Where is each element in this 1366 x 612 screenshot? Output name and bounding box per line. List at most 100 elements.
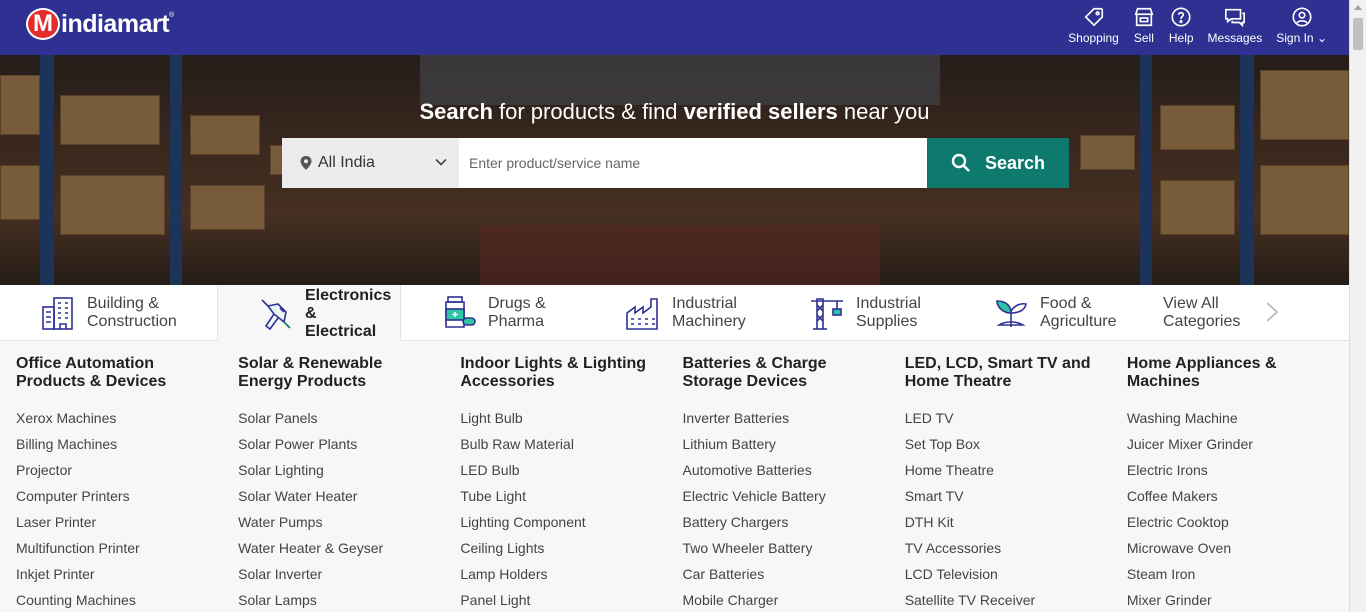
column-title[interactable]: Solar & Renewable Energy Products	[238, 355, 460, 397]
hero-title-mid: for products & find	[492, 99, 684, 124]
list-item[interactable]: Light Bulb	[460, 409, 682, 435]
list-item[interactable]: Smart TV	[905, 487, 1127, 513]
list-item[interactable]: Tube Light	[460, 487, 682, 513]
list-item[interactable]: Inkjet Printer	[16, 565, 238, 591]
scroll-thumb[interactable]	[1353, 18, 1363, 50]
nav-sign-in[interactable]: Sign In ⌄	[1276, 6, 1327, 45]
tab-electronics-electrical[interactable]: Electronics & Electrical	[217, 285, 401, 342]
list-item[interactable]: Lithium Battery	[683, 435, 905, 461]
list-item[interactable]: Car Batteries	[683, 565, 905, 591]
list-item[interactable]: Mixer Grinder	[1127, 591, 1349, 612]
list-item[interactable]: Xerox Machines	[16, 409, 238, 435]
list-item[interactable]: Mobile Charger	[683, 591, 905, 612]
column-title[interactable]: Batteries & Charge Storage Devices	[683, 355, 905, 397]
subcategory-list: Solar Panels Solar Power Plants Solar Li…	[238, 409, 460, 612]
tab-label: Industrial Machinery	[672, 295, 746, 331]
list-item[interactable]: Computer Printers	[16, 487, 238, 513]
indiamart-logo[interactable]: M indiamart ®	[26, 8, 174, 40]
list-item[interactable]: Solar Lamps	[238, 591, 460, 612]
column-title[interactable]: Office Automation Products & Devices	[16, 355, 238, 397]
nav-help-label: Help	[1168, 31, 1194, 45]
chevron-right-icon[interactable]	[1265, 301, 1279, 323]
list-item[interactable]: Laser Printer	[16, 513, 238, 539]
tab-building-construction[interactable]: Building & Construction	[0, 285, 217, 341]
subcategory-column: Indoor Lights & Lighting Accessories Lig…	[460, 341, 682, 612]
search-button-label: Search	[984, 152, 1046, 173]
tab-view-all-categories[interactable]: View All Categories	[1137, 285, 1321, 341]
chevron-down-icon	[435, 158, 447, 166]
tab-label-line1: Electronics &	[305, 286, 392, 322]
subcategory-column: LED, LCD, Smart TV and Home Theatre LED …	[905, 341, 1127, 612]
tab-drugs-pharma[interactable]: Drugs & Pharma	[401, 285, 585, 341]
tab-industrial-machinery[interactable]: Industrial Machinery	[585, 285, 769, 341]
tab-label: Drugs & Pharma	[488, 295, 546, 331]
list-item[interactable]: Multifunction Printer	[16, 539, 238, 565]
list-item[interactable]: Ceiling Lights	[460, 539, 682, 565]
list-item[interactable]: Water Pumps	[238, 513, 460, 539]
list-item[interactable]: Battery Chargers	[683, 513, 905, 539]
list-item[interactable]: Home Theatre	[905, 461, 1127, 487]
nav-shopping[interactable]: Shopping	[1068, 6, 1119, 45]
search-input[interactable]	[459, 138, 927, 188]
list-item[interactable]: Set Top Box	[905, 435, 1127, 461]
page-scrollbar[interactable]	[1349, 0, 1366, 612]
nav-sign-in-label: Sign In ⌄	[1276, 31, 1327, 45]
list-item[interactable]: Satellite TV Receiver	[905, 591, 1127, 612]
list-item[interactable]: Electric Irons	[1127, 461, 1349, 487]
list-item[interactable]: Bulb Raw Material	[460, 435, 682, 461]
nav-sell[interactable]: Sell	[1133, 6, 1155, 45]
list-item[interactable]: Automotive Batteries	[683, 461, 905, 487]
subcategory-column: Office Automation Products & Devices Xer…	[16, 341, 238, 612]
tab-industrial-supplies[interactable]: Industrial Supplies	[769, 285, 953, 341]
list-item[interactable]: Panel Light	[460, 591, 682, 612]
list-item[interactable]: Solar Water Heater	[238, 487, 460, 513]
tab-label: Electronics & Electrical	[305, 287, 400, 341]
hero-title-verified: verified sellers	[683, 99, 838, 124]
nav-help[interactable]: Help	[1169, 6, 1194, 45]
list-item[interactable]: Billing Machines	[16, 435, 238, 461]
list-item[interactable]: Lamp Holders	[460, 565, 682, 591]
tab-label: View All Categories	[1163, 295, 1240, 331]
column-title[interactable]: Home Appliances & Machines	[1127, 355, 1349, 397]
list-item[interactable]: LED TV	[905, 409, 1127, 435]
list-item[interactable]: Washing Machine	[1127, 409, 1349, 435]
list-item[interactable]: Counting Machines	[16, 591, 238, 612]
tab-label-line2: Agriculture	[1040, 313, 1117, 330]
list-item[interactable]: Lighting Component	[460, 513, 682, 539]
tab-label: Industrial Supplies	[856, 295, 921, 331]
header-nav: Shopping Sell Help Messages Sign In ⌄	[1054, 6, 1327, 45]
search-button[interactable]: Search	[927, 138, 1069, 188]
list-item[interactable]: Steam Iron	[1127, 565, 1349, 591]
list-item[interactable]: DTH Kit	[905, 513, 1127, 539]
tab-food-agriculture[interactable]: Food & Agriculture	[953, 285, 1137, 341]
list-item[interactable]: Microwave Oven	[1127, 539, 1349, 565]
search-icon	[951, 153, 970, 172]
list-item[interactable]: LED Bulb	[460, 461, 682, 487]
tab-label-line2: Machinery	[672, 313, 746, 330]
tag-icon	[1084, 7, 1103, 27]
list-item[interactable]: Projector	[16, 461, 238, 487]
list-item[interactable]: Coffee Makers	[1127, 487, 1349, 513]
list-item[interactable]: Electric Vehicle Battery	[683, 487, 905, 513]
list-item[interactable]: Solar Power Plants	[238, 435, 460, 461]
list-item[interactable]: Water Heater & Geyser	[238, 539, 460, 565]
list-item[interactable]: Inverter Batteries	[683, 409, 905, 435]
search-bar: All India Search	[282, 138, 1069, 188]
nav-messages[interactable]: Messages	[1208, 6, 1262, 45]
medicine-icon	[445, 296, 476, 328]
column-title[interactable]: Indoor Lights & Lighting Accessories	[460, 355, 682, 397]
list-item[interactable]: TV Accessories	[905, 539, 1127, 565]
scroll-up-arrow-icon[interactable]	[1354, 5, 1362, 10]
list-item[interactable]: Solar Lighting	[238, 461, 460, 487]
list-item[interactable]: Juicer Mixer Grinder	[1127, 435, 1349, 461]
location-dropdown[interactable]: All India	[282, 138, 459, 188]
list-item[interactable]: Solar Inverter	[238, 565, 460, 591]
subcategory-column: Solar & Renewable Energy Products Solar …	[238, 341, 460, 612]
list-item[interactable]: Solar Panels	[238, 409, 460, 435]
list-item[interactable]: Two Wheeler Battery	[683, 539, 905, 565]
column-title[interactable]: LED, LCD, Smart TV and Home Theatre	[905, 355, 1127, 397]
tab-label-line2: Categories	[1163, 313, 1241, 330]
list-item[interactable]: LCD Television	[905, 565, 1127, 591]
building-icon	[42, 297, 73, 330]
list-item[interactable]: Electric Cooktop	[1127, 513, 1349, 539]
